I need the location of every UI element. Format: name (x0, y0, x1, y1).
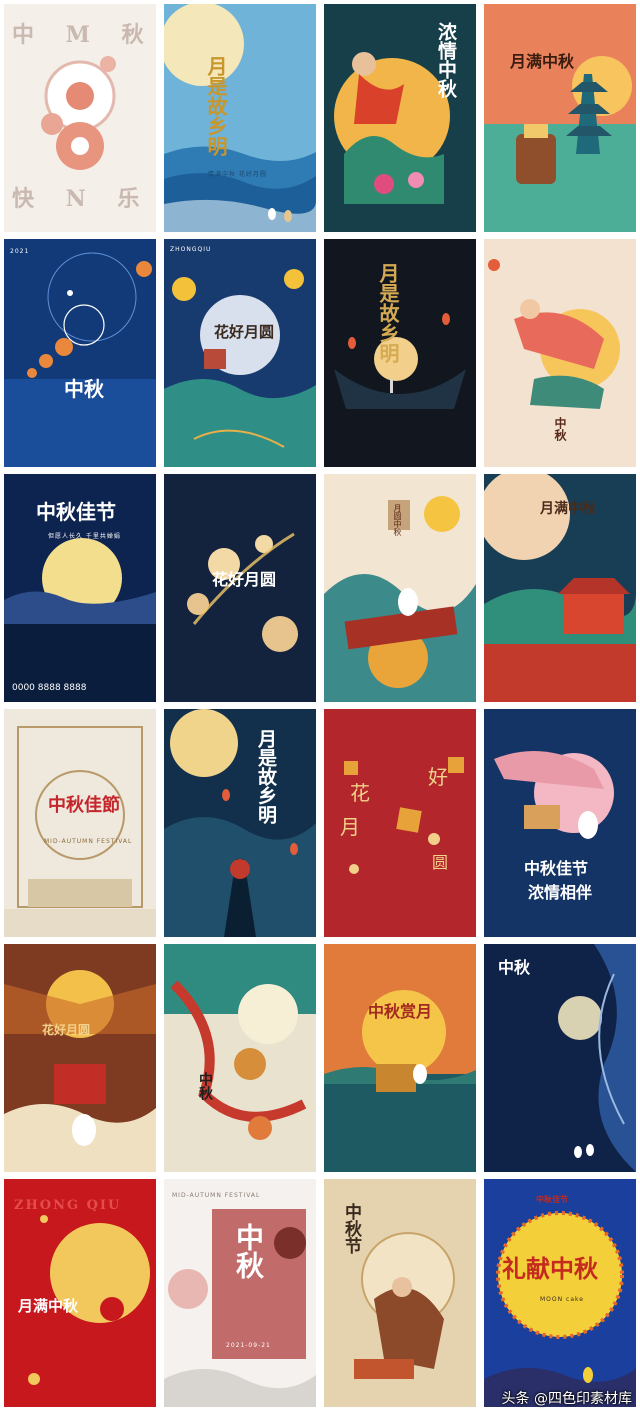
poster-7-art (324, 239, 476, 467)
poster-tile-18[interactable]: 中秋 (164, 944, 316, 1172)
poster-13-sub: MID-AUTUMN FESTIVAL (44, 838, 133, 845)
poster-5-art (4, 239, 156, 467)
poster-6-label: ZHONGQIU (170, 246, 212, 253)
poster-tile-13[interactable]: 中秋佳節 MID-AUTUMN FESTIVAL (4, 709, 156, 937)
poster-tile-3[interactable]: 浓情中秋 (324, 4, 476, 232)
poster-15-char-c: 月 (340, 815, 360, 839)
poster-5-title: 中秋 (64, 377, 104, 401)
poster-19-title: 中秋赏月 (368, 1002, 433, 1021)
poster-8-title: 中秋 (553, 417, 567, 441)
poster-1-top-text: 中 M 秋 (12, 22, 156, 48)
poster-11-title: 月圆中秋 (393, 504, 402, 536)
poster-22-date: 2021-09-21 (226, 1342, 271, 1349)
poster-22-art (164, 1179, 316, 1407)
poster-12-title: 月满中秋 (540, 501, 596, 517)
poster-10-title: 花好月圆 (212, 570, 277, 589)
poster-9-title: 中秋佳节 (36, 500, 116, 524)
poster-23-title: 中秋节 (341, 1203, 361, 1254)
poster-tile-2[interactable]: 月是故乡明 情满中秋 花好月圆 (164, 4, 316, 232)
poster-tile-22[interactable]: 中秋 MID-AUTUMN FESTIVAL 2021-09-21 (164, 1179, 316, 1407)
poster-tile-11[interactable]: 月圆中秋 (324, 474, 476, 702)
poster-3-title: 浓情中秋 (435, 22, 457, 98)
poster-tile-7[interactable]: 月是故乡明 (324, 239, 476, 467)
poster-grid: 中 M 秋 快 N 乐 月是故乡明 情满中秋 花好月圆 浓情中秋 月满中秋 20… (4, 4, 636, 1410)
poster-24-art (484, 1179, 636, 1407)
poster-2-art (164, 4, 316, 232)
poster-15-char-b: 好 (428, 765, 448, 789)
poster-24-sub: MOON cake (540, 1296, 584, 1303)
poster-16-line1: 中秋佳节 (524, 859, 589, 878)
poster-1-bottom-text: 快 N 乐 (12, 186, 152, 212)
poster-4-title: 月满中秋 (510, 52, 575, 71)
poster-18-art (164, 944, 316, 1172)
poster-2-title: 月是故乡明 (204, 56, 228, 156)
poster-14-art (164, 709, 316, 937)
poster-9-phone: 0000 8888 8888 (12, 683, 87, 693)
poster-4-art (484, 4, 636, 232)
poster-tile-19[interactable]: 中秋赏月 (324, 944, 476, 1172)
poster-tile-23[interactable]: 中秋节 (324, 1179, 476, 1407)
poster-13-art (4, 709, 156, 937)
poster-24-top: 中秋佳节 (536, 1194, 568, 1204)
poster-21-title: 月满中秋 (18, 1297, 79, 1315)
poster-tile-6[interactable]: ZHONGQIU 花好月圆 (164, 239, 316, 467)
poster-5-year: 2021 (10, 248, 30, 255)
poster-20-art (484, 944, 636, 1172)
poster-tile-15[interactable]: 花 好 月 圆 (324, 709, 476, 937)
poster-tile-12[interactable]: 月满中秋 (484, 474, 636, 702)
poster-7-title: 月是故乡明 (376, 263, 400, 363)
poster-18-title: 中秋 (197, 1072, 213, 1100)
poster-14-title: 月是故乡明 (255, 729, 277, 824)
poster-17-title: 花好月圆 (42, 1023, 91, 1037)
poster-20-title: 中秋 (498, 958, 531, 977)
poster-tile-10[interactable]: 花好月圆 (164, 474, 316, 702)
poster-15-char-d: 圆 (432, 853, 449, 872)
poster-6-title: 花好月圆 (214, 323, 275, 341)
poster-13-title: 中秋佳節 (48, 795, 120, 816)
poster-tile-20[interactable]: 中秋 (484, 944, 636, 1172)
poster-9-caption: 但愿人长久 千里共婵娟 (48, 533, 121, 540)
poster-21-latin: ZHONG QIU (14, 1198, 122, 1213)
poster-2-caption: 情满中秋 花好月圆 (208, 171, 267, 178)
poster-tile-8[interactable]: 中秋 (484, 239, 636, 467)
poster-16-art (484, 709, 636, 937)
poster-17-art (4, 944, 156, 1172)
poster-tile-4[interactable]: 月满中秋 (484, 4, 636, 232)
watermark: 头条 @四色印素材库 (501, 1391, 632, 1407)
poster-tile-21[interactable]: ZHONG QIU 月满中秋 (4, 1179, 156, 1407)
poster-tile-9[interactable]: 中秋佳节 但愿人长久 千里共婵娟 0000 8888 8888 (4, 474, 156, 702)
poster-tile-5[interactable]: 2021 中秋 (4, 239, 156, 467)
poster-22-sub: MID-AUTUMN FESTIVAL (172, 1192, 261, 1199)
poster-6-art (164, 239, 316, 467)
poster-21-art (4, 1179, 156, 1407)
poster-19-art (324, 944, 476, 1172)
poster-tile-24[interactable]: 中秋佳节 礼献中秋 MOON cake (484, 1179, 636, 1407)
poster-16-line2: 浓情相伴 (528, 883, 593, 902)
poster-tile-17[interactable]: 花好月圆 (4, 944, 156, 1172)
poster-tile-16[interactable]: 中秋佳节 浓情相伴 (484, 709, 636, 937)
poster-24-title: 礼献中秋 (502, 1254, 598, 1283)
poster-tile-1[interactable]: 中 M 秋 快 N 乐 (4, 4, 156, 232)
poster-tile-14[interactable]: 月是故乡明 (164, 709, 316, 937)
poster-15-char-a: 花 (350, 781, 370, 805)
poster-22-title: 中秋 (232, 1223, 265, 1279)
